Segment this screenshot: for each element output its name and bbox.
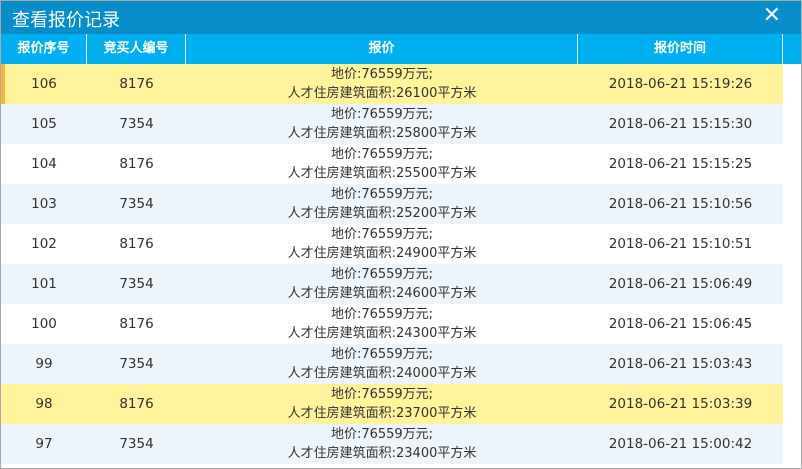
cell-seq: 99 [35, 355, 53, 372]
column-header-time[interactable]: 报价时间 [578, 34, 783, 64]
column-header-seq[interactable]: 报价序号 [1, 34, 87, 64]
cell-seq: 98 [35, 395, 53, 412]
area-line: 人才住房建筑面积:24000平方米 [287, 366, 477, 381]
table-row[interactable]: 97 7354 地价:76559万元; 人才住房建筑面积:23400平方米 201… [1, 424, 783, 464]
table-row[interactable]: 103 7354 地价:76559万元; 人才住房建筑面积:25200平方米 20… [1, 184, 783, 224]
cell-time: 2018-06-21 15:00:42 [608, 435, 753, 452]
price-line: 地价:76559万元; [330, 187, 434, 202]
price-line: 地价:76559万元; [330, 67, 434, 82]
area-line: 人才住房建筑面积:23400平方米 [287, 446, 477, 461]
cell-seq: 105 [31, 115, 57, 132]
cell-bidder: 8176 [119, 75, 154, 92]
cell-bidder: 7354 [119, 115, 154, 132]
cell-time: 2018-06-21 15:10:51 [608, 235, 753, 252]
area-line: 人才住房建筑面积:24600平方米 [287, 286, 477, 301]
cell-seq: 104 [31, 155, 57, 172]
column-header-price[interactable]: 报价 [186, 34, 578, 64]
cell-bidder: 7354 [119, 435, 154, 452]
dialog-title-bar: 查看报价记录 ✕ [1, 1, 801, 34]
cell-bidder: 8176 [119, 315, 154, 332]
area-line: 人才住房建筑面积:23700平方米 [287, 406, 477, 421]
cell-bidder: 7354 [119, 195, 154, 212]
cell-bidder: 8176 [119, 155, 154, 172]
close-icon[interactable]: ✕ [763, 5, 781, 27]
cell-seq: 101 [31, 275, 57, 292]
column-header-bidder[interactable]: 竞买人编号 [87, 34, 186, 64]
cell-time: 2018-06-21 15:06:45 [608, 315, 753, 332]
area-line: 人才住房建筑面积:26100平方米 [287, 86, 477, 101]
price-line: 地价:76559万元; [330, 307, 434, 322]
cell-time: 2018-06-21 15:15:25 [608, 155, 753, 172]
table-row[interactable]: 98 8176 地价:76559万元; 人才住房建筑面积:23700平方米 201… [1, 384, 783, 424]
area-line: 人才住房建筑面积:24300平方米 [287, 326, 477, 341]
price-line: 地价:76559万元; [330, 347, 434, 362]
table-row[interactable]: 101 7354 地价:76559万元; 人才住房建筑面积:24600平方米 20… [1, 264, 783, 304]
table-row[interactable]: 100 8176 地价:76559万元; 人才住房建筑面积:24300平方米 20… [1, 304, 783, 344]
cell-seq: 106 [31, 75, 57, 92]
price-line: 地价:76559万元; [330, 387, 434, 402]
dialog-title: 查看报价记录 [12, 10, 120, 31]
price-line: 地价:76559万元; [330, 227, 434, 242]
table-row[interactable]: 99 7354 地价:76559万元; 人才住房建筑面积:24000平方米 201… [1, 344, 783, 384]
area-line: 人才住房建筑面积:25800平方米 [287, 126, 477, 141]
table-header: 报价序号 竞买人编号 报价 报价时间 [1, 34, 801, 64]
cell-seq: 103 [31, 195, 57, 212]
cell-price: 地价:76559万元; 人才住房建筑面积:26100平方米 [186, 64, 578, 104]
cell-seq: 100 [31, 315, 57, 332]
area-line: 人才住房建筑面积:25200平方米 [287, 206, 477, 221]
cell-time: 2018-06-21 15:15:30 [608, 115, 753, 132]
cell-price: 地价:76559万元; 人才住房建筑面积:25800平方米 [186, 104, 578, 144]
cell-price: 地价:76559万元; 人才住房建筑面积:25500平方米 [186, 144, 578, 184]
cell-time: 2018-06-21 15:03:39 [608, 395, 753, 412]
cell-bidder: 7354 [119, 355, 154, 372]
area-line: 人才住房建筑面积:24900平方米 [287, 246, 477, 261]
cell-price: 地价:76559万元; 人才住房建筑面积:23700平方米 [186, 384, 578, 424]
price-line: 地价:76559万元; [330, 267, 434, 282]
cell-bidder: 7354 [119, 275, 154, 292]
cell-price: 地价:76559万元; 人才住房建筑面积:24600平方米 [186, 264, 578, 304]
cell-time: 2018-06-21 15:19:26 [608, 75, 753, 92]
cell-price: 地价:76559万元; 人才住房建筑面积:23400平方米 [186, 424, 578, 464]
cell-time: 2018-06-21 15:10:56 [608, 195, 753, 212]
cell-time: 2018-06-21 15:06:49 [608, 275, 753, 292]
cell-time: 2018-06-21 15:03:43 [608, 355, 753, 372]
bid-records-table: 106 8176 地价:76559万元; 人才住房建筑面积:26100平方米 20… [1, 64, 783, 464]
cell-bidder: 8176 [119, 395, 154, 412]
table-row[interactable]: 102 8176 地价:76559万元; 人才住房建筑面积:24900平方米 20… [1, 224, 783, 264]
area-line: 人才住房建筑面积:25500平方米 [287, 166, 477, 181]
table-row[interactable]: 105 7354 地价:76559万元; 人才住房建筑面积:25800平方米 20… [1, 104, 783, 144]
cell-price: 地价:76559万元; 人才住房建筑面积:25200平方米 [186, 184, 578, 224]
price-line: 地价:76559万元; [330, 107, 434, 122]
cell-seq: 102 [31, 235, 57, 252]
price-line: 地价:76559万元; [330, 147, 434, 162]
cell-price: 地价:76559万元; 人才住房建筑面积:24000平方米 [186, 344, 578, 384]
price-line: 地价:76559万元; [330, 427, 434, 442]
cell-bidder: 8176 [119, 235, 154, 252]
table-row[interactable]: 106 8176 地价:76559万元; 人才住房建筑面积:26100平方米 20… [1, 64, 783, 104]
table-row[interactable]: 104 8176 地价:76559万元; 人才住房建筑面积:25500平方米 20… [1, 144, 783, 184]
cell-seq: 97 [35, 435, 53, 452]
cell-price: 地价:76559万元; 人才住房建筑面积:24300平方米 [186, 304, 578, 344]
cell-price: 地价:76559万元; 人才住房建筑面积:24900平方米 [186, 224, 578, 264]
